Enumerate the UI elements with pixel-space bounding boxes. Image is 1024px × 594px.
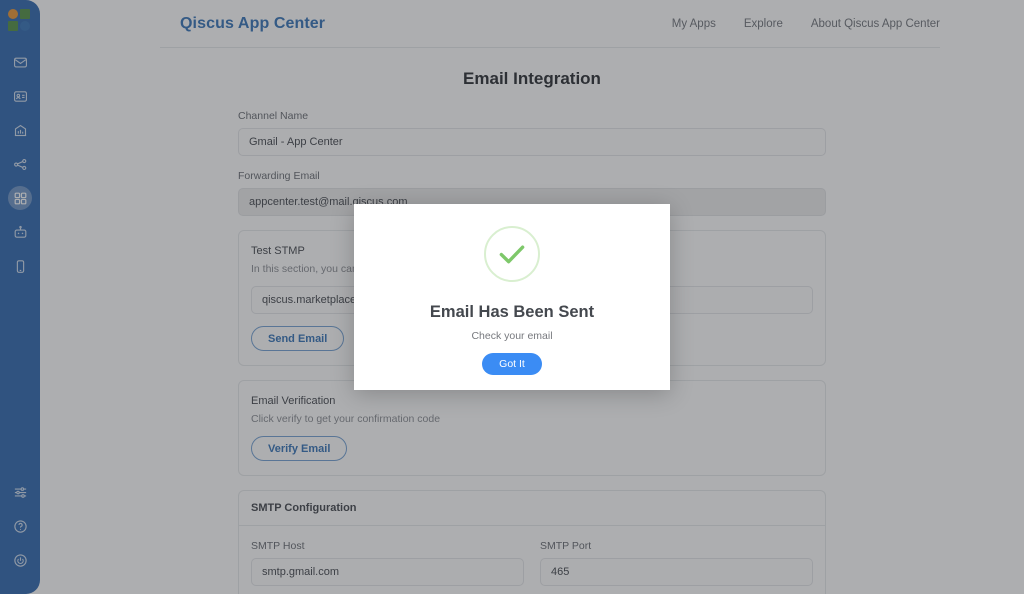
got-it-button[interactable]: Got It: [482, 353, 542, 375]
modal-title: Email Has Been Sent: [429, 303, 595, 321]
modal-subtitle: Check your email: [471, 330, 553, 342]
success-check-icon: [484, 226, 540, 282]
email-sent-modal: Email Has Been Sent Check your email Got…: [354, 204, 670, 390]
app-root: Qiscus App Center My Apps Explore About …: [0, 0, 1024, 594]
